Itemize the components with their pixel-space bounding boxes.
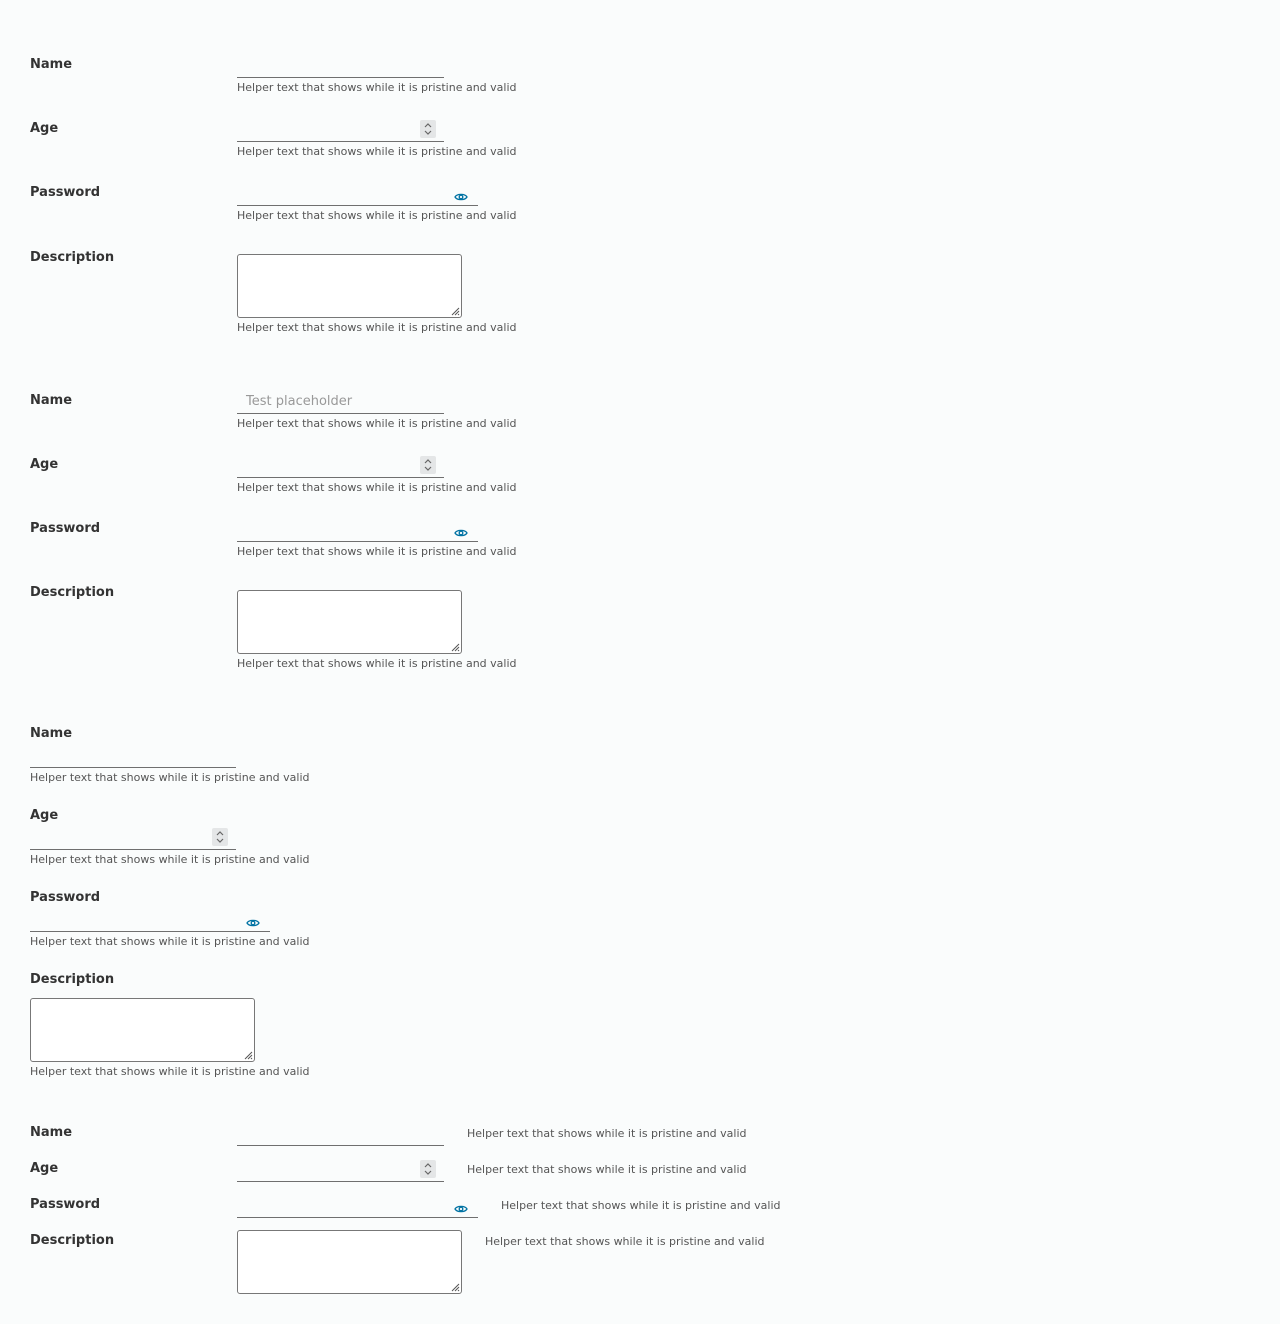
name-label: Name: [30, 726, 73, 741]
age-helper-text: Helper text that shows while it is prist…: [237, 481, 517, 494]
description-textarea[interactable]: [237, 590, 462, 654]
age-input[interactable]: [237, 455, 444, 478]
description-textarea[interactable]: [237, 1230, 462, 1294]
age-label: Age: [30, 457, 59, 472]
name-label: Name: [30, 393, 73, 408]
name-input[interactable]: [237, 55, 444, 78]
description-textarea[interactable]: [237, 254, 462, 318]
password-label: Password: [30, 1197, 101, 1212]
name-label: Name: [30, 57, 73, 72]
age-helper-text: Helper text that shows while it is prist…: [30, 853, 310, 866]
name-input[interactable]: Test placeholder: [237, 391, 444, 414]
name-helper-text: Helper text that shows while it is prist…: [237, 417, 517, 430]
password-label: Password: [30, 521, 101, 536]
name-input[interactable]: [30, 745, 236, 768]
description-label: Description: [30, 250, 115, 265]
description-textarea[interactable]: [30, 998, 255, 1062]
description-label: Description: [30, 585, 115, 600]
eye-icon[interactable]: [454, 523, 468, 542]
name-helper-text: Helper text that shows while it is prist…: [30, 771, 310, 784]
password-label: Password: [30, 890, 101, 905]
password-input[interactable]: [30, 909, 270, 932]
age-input[interactable]: [237, 1159, 444, 1182]
password-input[interactable]: [237, 183, 478, 206]
name-helper-text: Helper text that shows while it is prist…: [467, 1127, 747, 1140]
eye-icon[interactable]: [454, 1199, 468, 1218]
description-helper-text: Helper text that shows while it is prist…: [485, 1235, 765, 1248]
age-label: Age: [30, 121, 59, 136]
password-helper-text: Helper text that shows while it is prist…: [237, 209, 517, 222]
age-label: Age: [30, 1161, 59, 1176]
description-helper-text: Helper text that shows while it is prist…: [237, 657, 517, 670]
resize-grip-icon[interactable]: [451, 307, 460, 316]
spinner-icon[interactable]: [420, 1160, 436, 1178]
password-label: Password: [30, 185, 101, 200]
age-label: Age: [30, 808, 59, 823]
eye-icon[interactable]: [454, 187, 468, 206]
password-helper-text: Helper text that shows while it is prist…: [30, 935, 310, 948]
description-label: Description: [30, 972, 115, 987]
description-helper-text: Helper text that shows while it is prist…: [237, 321, 517, 334]
password-input[interactable]: [237, 1195, 478, 1218]
password-helper-text: Helper text that shows while it is prist…: [237, 545, 517, 558]
name-label: Name: [30, 1125, 73, 1140]
password-helper-text: Helper text that shows while it is prist…: [501, 1199, 781, 1212]
name-input[interactable]: [237, 1123, 444, 1146]
description-label: Description: [30, 1233, 115, 1248]
spinner-icon[interactable]: [420, 456, 436, 474]
eye-icon[interactable]: [246, 913, 260, 932]
spinner-icon[interactable]: [212, 828, 228, 846]
name-placeholder: Test placeholder: [246, 394, 353, 409]
password-input[interactable]: [237, 519, 478, 542]
age-input[interactable]: [237, 119, 444, 142]
age-helper-text: Helper text that shows while it is prist…: [237, 145, 517, 158]
resize-grip-icon[interactable]: [451, 643, 460, 652]
name-helper-text: Helper text that shows while it is prist…: [237, 81, 517, 94]
description-helper-text: Helper text that shows while it is prist…: [30, 1065, 310, 1078]
resize-grip-icon[interactable]: [451, 1283, 460, 1292]
age-helper-text: Helper text that shows while it is prist…: [467, 1163, 747, 1176]
spinner-icon[interactable]: [420, 120, 436, 138]
resize-grip-icon[interactable]: [244, 1051, 253, 1060]
age-input[interactable]: [30, 827, 236, 850]
